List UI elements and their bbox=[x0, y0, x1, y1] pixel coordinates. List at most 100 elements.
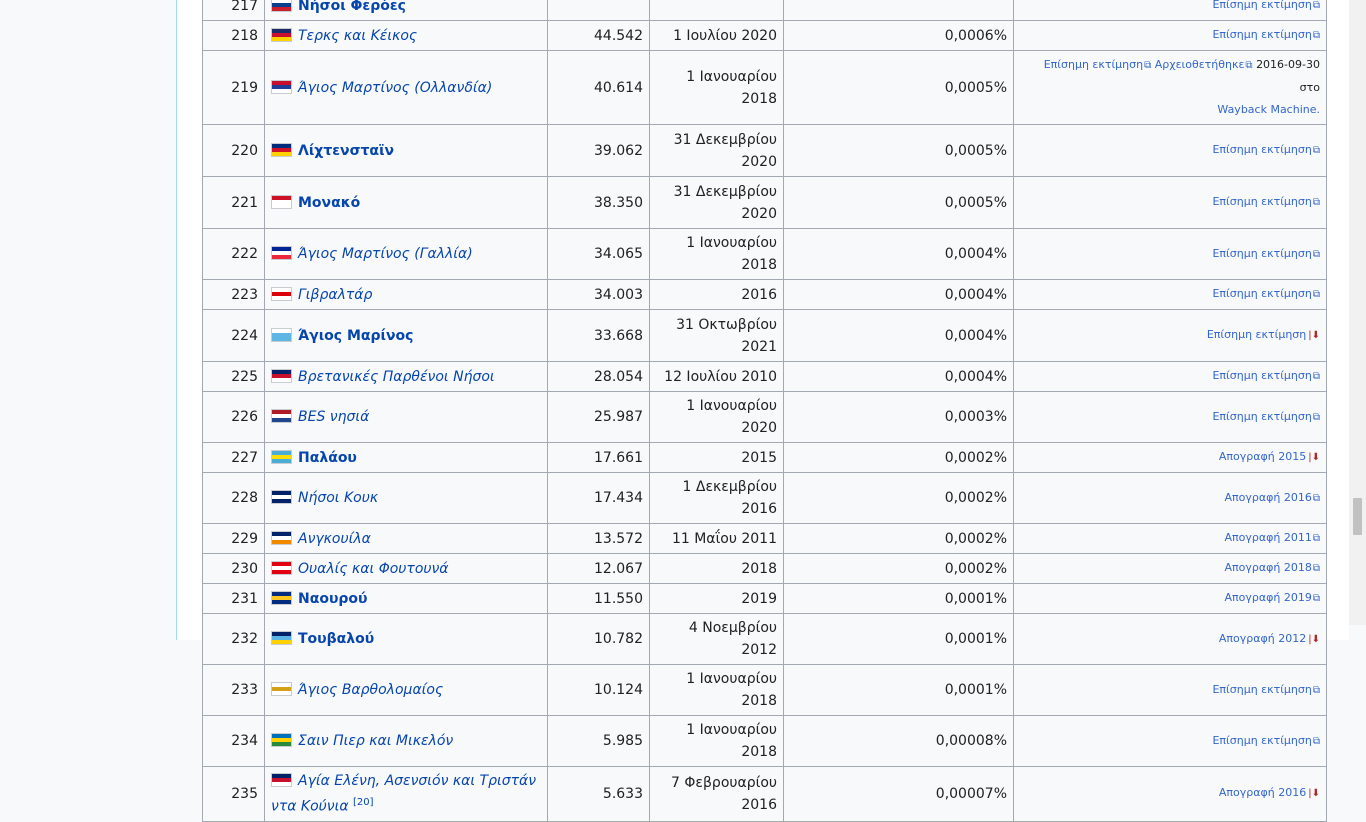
scrollbar-thumb[interactable] bbox=[1353, 498, 1362, 535]
external-link-icon: ⧉ bbox=[1312, 492, 1320, 504]
flag-icon bbox=[271, 142, 292, 157]
country-link[interactable]: Γιβραλτάρ bbox=[298, 287, 372, 303]
date-value: 1 Ιανουαρίου 2020 bbox=[686, 398, 777, 436]
country-link[interactable]: Παλάου bbox=[298, 450, 357, 466]
source-link[interactable]: Απογραφή 2016 bbox=[1219, 786, 1306, 799]
percent-cell: 0,0004% bbox=[783, 361, 1014, 392]
country-link[interactable]: Άγιος Μαρτίνος (Ολλανδία) bbox=[298, 80, 492, 96]
source-link[interactable]: Επίσημη εκτίμηση bbox=[1212, 28, 1311, 41]
source-link[interactable]: Επίσημη εκτίμηση bbox=[1212, 143, 1311, 156]
percent-value: 0,0002% bbox=[944, 530, 1007, 547]
source-link[interactable]: Επίσημη εκτίμηση bbox=[1212, 247, 1311, 260]
country-link[interactable]: Μονακό bbox=[298, 195, 360, 211]
date-value: 2015 bbox=[741, 449, 777, 466]
source-link[interactable]: Απογραφή 2019 bbox=[1225, 591, 1312, 604]
external-link-icon: ⧉ bbox=[1312, 145, 1320, 156]
country-link[interactable]: Ανγκουίλα bbox=[298, 531, 371, 547]
date-value: 31 Δεκεμβρίου 2020 bbox=[673, 131, 777, 170]
source-cell: Απογραφή 2012 |⬇ bbox=[1013, 613, 1327, 665]
external-link-icon: ⧉ bbox=[1312, 371, 1320, 382]
source-link[interactable]: Απογραφή 2016 bbox=[1225, 491, 1312, 504]
source-link[interactable]: Επίσημη εκτίμηση bbox=[1212, 287, 1311, 300]
percent-value: 0,0005% bbox=[944, 142, 1007, 159]
population-table: 217 Νήσοι Φερόες Επίσημη εκτίμηση⧉ 218 Τερκς… bbox=[202, 0, 1327, 822]
source-cell: Απογραφή 2016 |⬇ bbox=[1013, 766, 1327, 822]
rank-value: 227 bbox=[231, 449, 258, 466]
flag-icon bbox=[271, 246, 292, 260]
country-link[interactable]: Νήσοι Φερόες bbox=[298, 0, 406, 14]
source-link[interactable]: Απογραφή 2011 bbox=[1225, 531, 1312, 544]
country-link[interactable]: Ναουρού bbox=[298, 591, 368, 607]
source-link[interactable]: Επίσημη εκτίμηση bbox=[1212, 410, 1311, 423]
source-link[interactable]: Απογραφή 2012 bbox=[1219, 632, 1306, 645]
population-value: 25.987 bbox=[594, 409, 643, 425]
source-link[interactable]: Επίσημη εκτίμηση bbox=[1207, 328, 1306, 341]
flag-icon bbox=[271, 0, 292, 12]
table-row: 222 Άγιος Μαρτίνος (Γαλλία) 34.065 1 Ιανουα… bbox=[202, 228, 1327, 280]
population-cell: 17.661 bbox=[547, 442, 650, 473]
rank-value: 224 bbox=[231, 327, 258, 344]
source-cell: Απογραφή 2018⧉ bbox=[1013, 553, 1327, 584]
source-link[interactable]: Επίσημη εκτίμηση bbox=[1212, 369, 1311, 382]
rank-value: 229 bbox=[231, 530, 258, 547]
flag-icon bbox=[271, 194, 292, 209]
source-link[interactable]: Απογραφή 2018 bbox=[1225, 561, 1312, 574]
percent-value: 0,0004% bbox=[944, 286, 1007, 303]
wayback-link[interactable]: Wayback Machine. bbox=[1217, 103, 1320, 116]
rank-value: 231 bbox=[231, 590, 258, 607]
country-cell: Γιβραλτάρ bbox=[264, 279, 548, 310]
population-cell: 11.550 bbox=[547, 583, 650, 614]
reference-link[interactable]: [20] bbox=[353, 797, 374, 808]
archive-link[interactable]: Αρχειοθετήθηκε bbox=[1155, 58, 1245, 71]
country-link[interactable]: Άγιος Μαρτίνος (Γαλλία) bbox=[298, 246, 473, 262]
country-link[interactable]: Αγία Ελένη, Ασενσιόν και Τριστάν ντα Κού… bbox=[271, 773, 536, 815]
percent-cell: 0,0004% bbox=[783, 309, 1014, 362]
source-cell: Επίσημη εκτίμηση⧉ bbox=[1013, 228, 1327, 280]
country-link[interactable]: Ουαλίς και Φουτουνά bbox=[298, 561, 449, 577]
country-link[interactable]: BES νησιά bbox=[298, 409, 369, 425]
country-link[interactable]: Βρετανικές Παρθένοι Νήσοι bbox=[298, 369, 495, 385]
rank-value: 228 bbox=[231, 490, 258, 506]
percent-cell: 0,0001% bbox=[783, 664, 1014, 716]
source-link[interactable]: Επίσημη εκτίμηση bbox=[1212, 734, 1311, 747]
table-row: 218 Τερκς και Κέικος 44.542 1 Ιουλίου 2020 0… bbox=[202, 20, 1327, 51]
population-cell bbox=[547, 0, 650, 21]
source-link[interactable]: Επίσημη εκτίμηση bbox=[1212, 683, 1311, 696]
percent-value: 0,0002% bbox=[944, 560, 1007, 577]
date-cell: 1 Δεκεμβρίου 2016 bbox=[649, 472, 784, 524]
rank-cell: 221 bbox=[202, 176, 265, 229]
percent-cell: 0,0002% bbox=[783, 442, 1014, 473]
population-cell: 5.633 bbox=[547, 766, 650, 822]
flag-icon bbox=[271, 79, 292, 94]
pdf-icon: |⬇ bbox=[1308, 633, 1320, 645]
date-value: 1 Ιανουαρίου 2018 bbox=[686, 235, 777, 273]
country-cell: Μονακό bbox=[264, 176, 548, 229]
country-link[interactable]: Λίχτενσταϊν bbox=[298, 143, 394, 159]
population-value: 39.062 bbox=[594, 142, 643, 159]
vertical-scrollbar[interactable] bbox=[1349, 0, 1366, 625]
population-cell: 10.782 bbox=[547, 613, 650, 665]
date-cell: 11 Μαΐου 2011 bbox=[649, 523, 784, 554]
percent-value: 0,0006% bbox=[944, 27, 1007, 44]
percent-value: 0,0005% bbox=[944, 194, 1007, 211]
source-link[interactable]: Απογραφή 2015 bbox=[1219, 450, 1306, 463]
source-link[interactable]: Επίσημη εκτίμηση bbox=[1044, 58, 1143, 71]
date-value: 1 Ιανουαρίου 2018 bbox=[686, 722, 777, 760]
country-link[interactable]: Άγιος Μαρίνος bbox=[298, 328, 413, 344]
country-link[interactable]: Νήσοι Κουκ bbox=[298, 490, 378, 506]
country-link[interactable]: Τουβαλού bbox=[298, 631, 374, 647]
rank-cell: 217 bbox=[202, 0, 265, 21]
population-value: 44.542 bbox=[594, 27, 643, 44]
country-link[interactable]: Σαιν Πιερ και Μικελόν bbox=[298, 733, 453, 749]
archive-date: 2016-09-30 στο bbox=[1256, 58, 1320, 94]
table-row: 225 Βρετανικές Παρθένοι Νήσοι 28.054 12 Ιου… bbox=[202, 361, 1327, 392]
country-link[interactable]: Άγιος Βαρθολομαίος bbox=[298, 682, 443, 698]
rank-cell: 230 bbox=[202, 553, 265, 584]
external-link-icon: ⧉ bbox=[1312, 197, 1320, 208]
percent-value: 0,0001% bbox=[944, 631, 1007, 647]
source-link[interactable]: Επίσημη εκτίμηση bbox=[1212, 0, 1311, 11]
date-cell: 2015 bbox=[649, 442, 784, 473]
country-link[interactable]: Τερκς και Κέικος bbox=[298, 28, 417, 44]
population-value: 34.065 bbox=[594, 246, 643, 262]
source-link[interactable]: Επίσημη εκτίμηση bbox=[1212, 195, 1311, 208]
